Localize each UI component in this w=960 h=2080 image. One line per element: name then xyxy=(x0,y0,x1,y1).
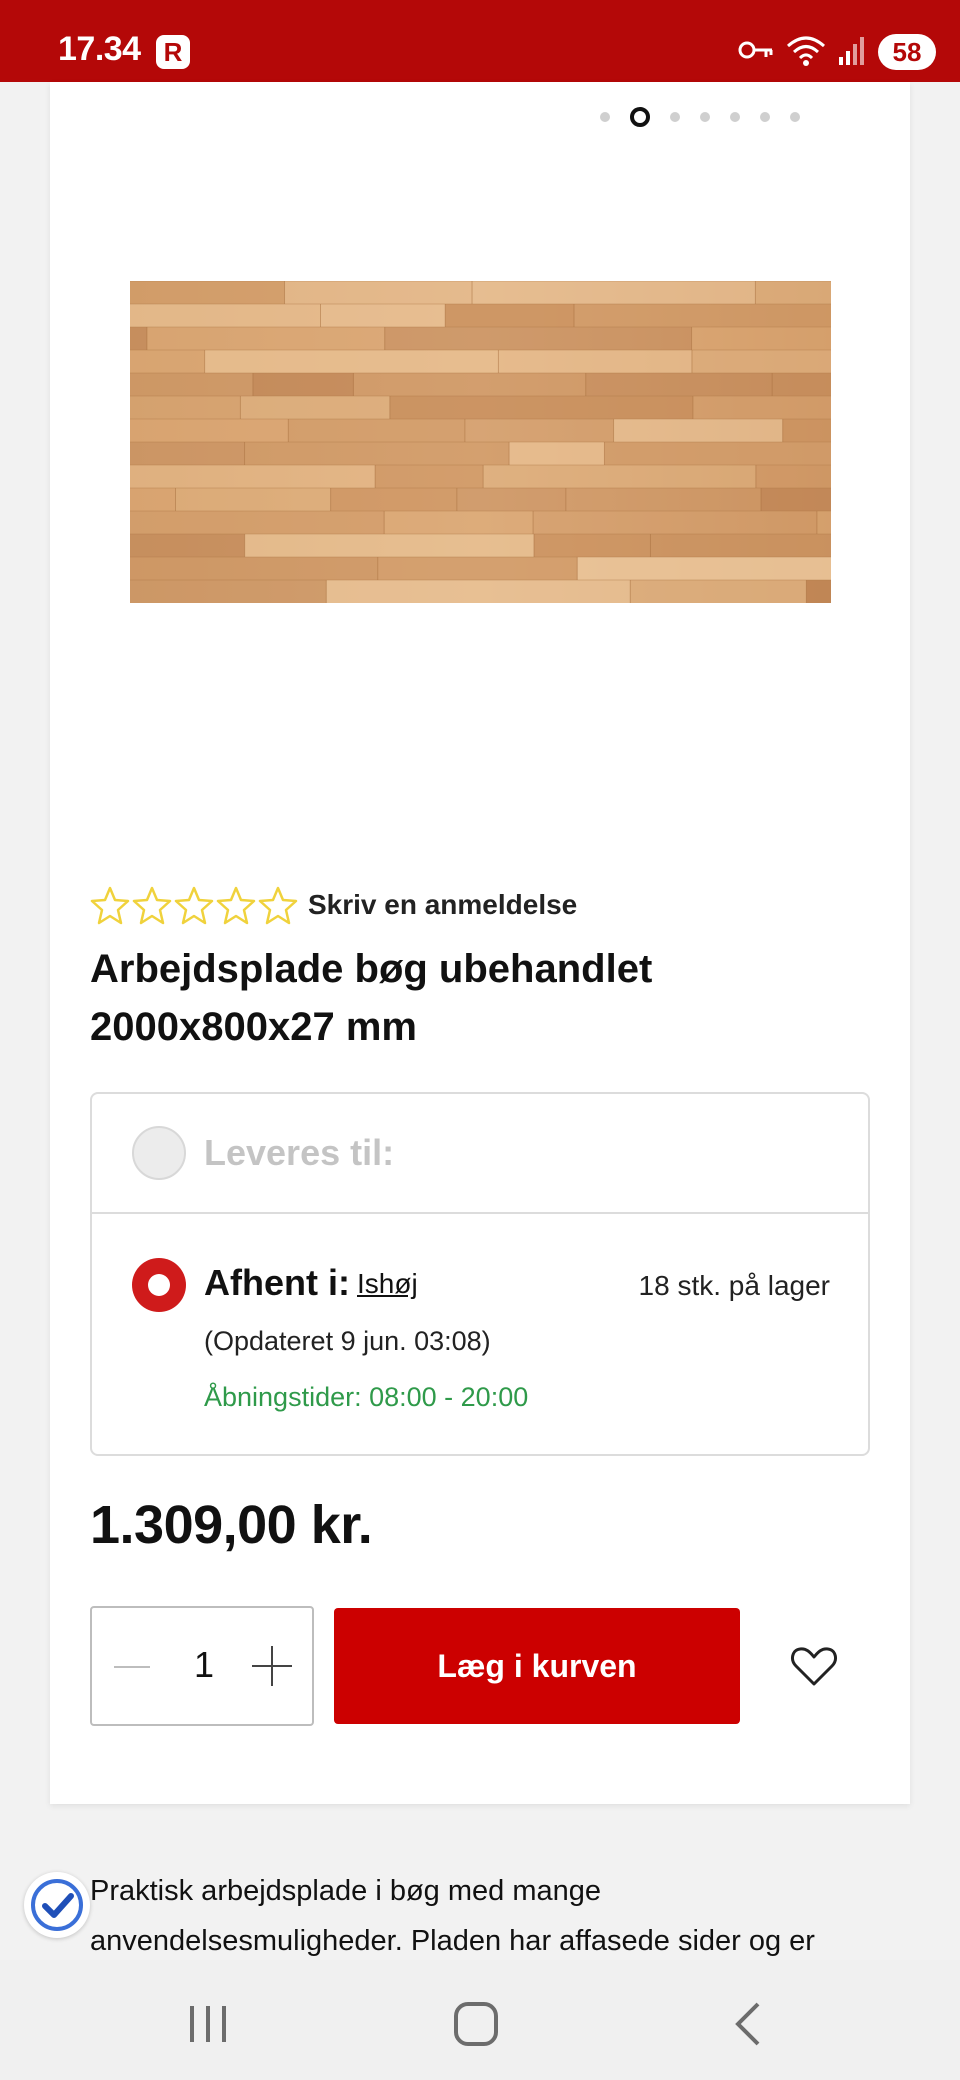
star-icon[interactable] xyxy=(132,885,172,925)
product-price: 1.309,00 kr. xyxy=(90,1495,373,1555)
home-icon[interactable] xyxy=(454,2002,498,2046)
rating-row: Skriv en anmeldelse xyxy=(90,880,577,930)
opening-hours: Åbningstider: 08:00 - 20:00 xyxy=(204,1382,529,1412)
battery-indicator: 58 xyxy=(878,34,936,70)
add-to-cart-button[interactable]: Læg i kurven xyxy=(334,1608,740,1724)
star-icon[interactable] xyxy=(90,885,130,925)
product-title: Arbejdsplade bøg ubehandlet 2000x800x27 … xyxy=(90,947,653,1049)
quantity-increase-button[interactable] xyxy=(252,1646,292,1686)
store-link[interactable]: Ishøj xyxy=(357,1268,418,1300)
carousel-dot[interactable] xyxy=(630,107,650,127)
rating-stars[interactable] xyxy=(90,885,298,925)
product-description: Praktisk arbejdsplade i bøg med mange an… xyxy=(90,1875,815,1957)
app-notification-icon: R xyxy=(156,35,190,69)
carousel-dot[interactable] xyxy=(730,112,740,122)
quantity-stepper: 1 xyxy=(90,1606,314,1726)
star-icon[interactable] xyxy=(216,885,256,925)
stock-status: 18 stk. på lager xyxy=(638,1270,830,1301)
back-icon[interactable] xyxy=(728,2002,768,2046)
heart-icon[interactable] xyxy=(788,1640,840,1692)
carousel-dot[interactable] xyxy=(760,112,770,122)
status-bar: 17.34 R 58 xyxy=(0,0,960,82)
delivery-option[interactable]: Leveres til: xyxy=(92,1094,868,1214)
pickup-label: Afhent i: xyxy=(204,1262,350,1303)
product-image[interactable] xyxy=(130,281,831,603)
carousel-dot[interactable] xyxy=(700,112,710,122)
recent-apps-icon[interactable] xyxy=(188,2004,228,2044)
star-icon[interactable] xyxy=(174,885,214,925)
star-icon[interactable] xyxy=(258,885,298,925)
vpn-key-icon xyxy=(738,39,774,66)
verified-badge-icon[interactable] xyxy=(24,1872,90,1938)
product-card: Skriv en anmeldelse Arbejdsplade bøg ube… xyxy=(50,82,910,1804)
write-review-link[interactable]: Skriv en anmeldelse xyxy=(308,889,577,921)
fulfillment-options: Leveres til: Afhent i: Ishøj 18 stk. på … xyxy=(90,1092,870,1456)
quantity-decrease-button[interactable] xyxy=(112,1652,152,1682)
carousel-dot[interactable] xyxy=(600,112,610,122)
carousel-dots[interactable] xyxy=(600,105,800,129)
wifi-icon xyxy=(786,34,826,71)
carousel-dot[interactable] xyxy=(670,112,680,122)
quantity-value[interactable]: 1 xyxy=(182,1644,226,1686)
delivery-radio[interactable] xyxy=(132,1126,186,1180)
delivery-label: Leveres til: xyxy=(204,1132,395,1173)
stock-updated-time: (Opdateret 9 jun. 03:08) xyxy=(204,1326,491,1356)
carousel-dot[interactable] xyxy=(790,112,800,122)
status-icons: 58 xyxy=(738,32,936,72)
status-time: 17.34 xyxy=(58,30,141,68)
signal-icon xyxy=(838,35,866,70)
system-nav-bar xyxy=(0,1960,960,2080)
pickup-radio[interactable] xyxy=(132,1258,186,1312)
